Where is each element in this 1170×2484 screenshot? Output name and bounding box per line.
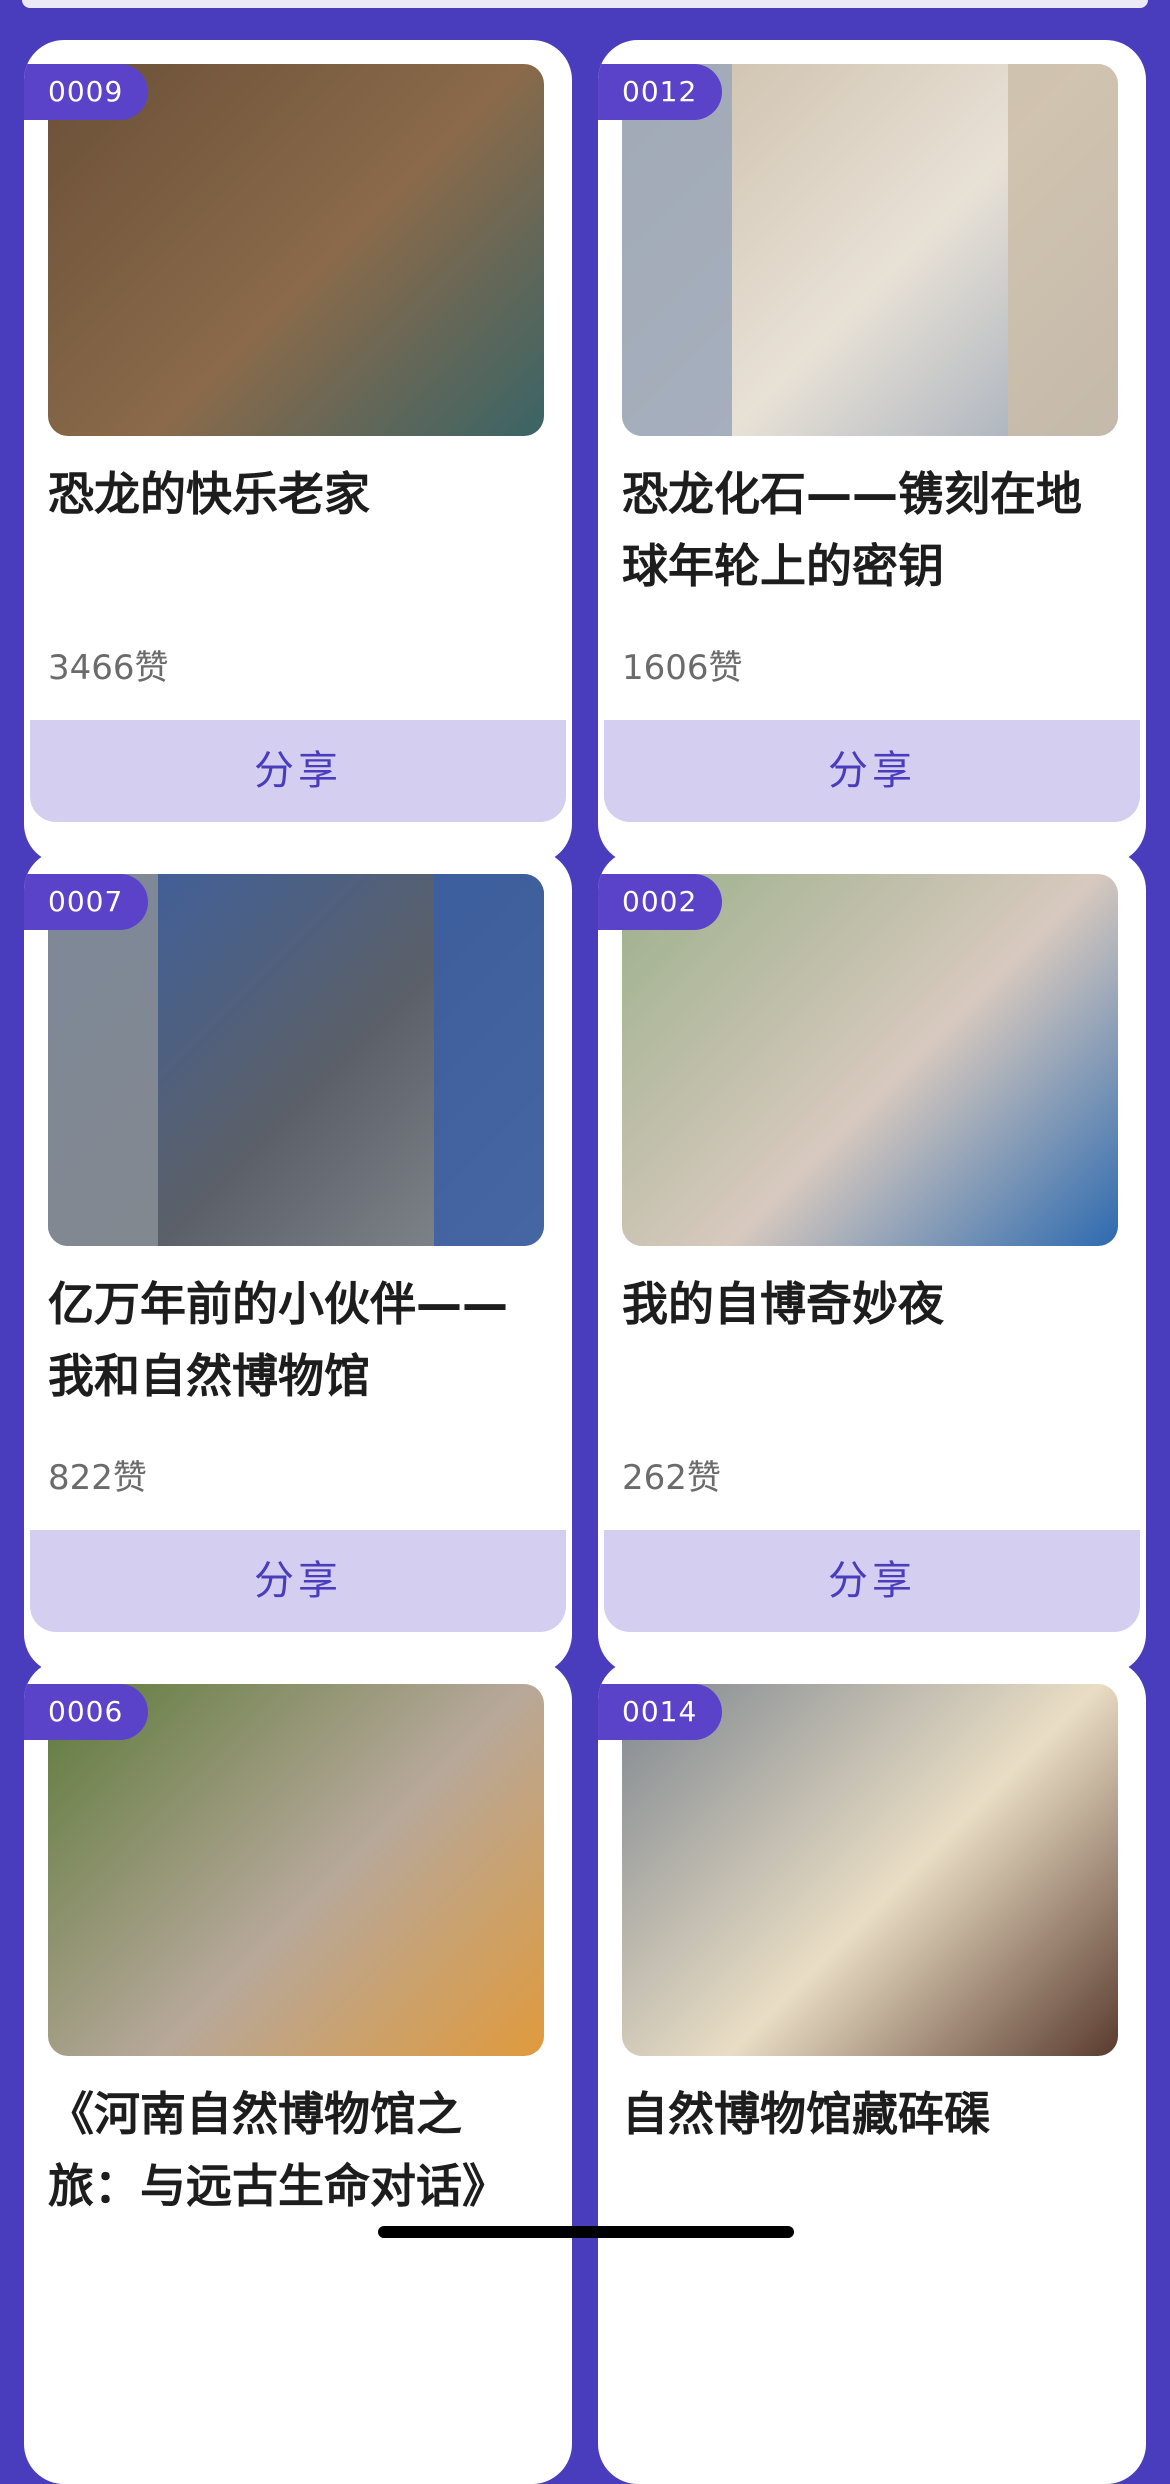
card-number-badge: 0006 bbox=[24, 1684, 148, 1740]
card-title[interactable]: 《河南自然博物馆之旅：与远古生命对话》 bbox=[48, 2078, 548, 2222]
card[interactable]: 0009 恐龙的快乐老家 3466赞 分享 bbox=[24, 40, 572, 864]
share-button[interactable]: 分享 bbox=[604, 720, 1140, 822]
card[interactable]: 0006 《河南自然博物馆之旅：与远古生命对话》 bbox=[24, 1660, 572, 2484]
card-likes: 822赞 bbox=[48, 1458, 147, 1498]
card-likes: 262赞 bbox=[622, 1458, 721, 1498]
card-number-badge: 0009 bbox=[24, 64, 148, 120]
photo-blur-edge bbox=[1008, 64, 1118, 436]
card-number-badge: 0012 bbox=[598, 64, 722, 120]
card[interactable]: 0012 恐龙化石——镌刻在地球年轮上的密钥 1606赞 分享 bbox=[598, 40, 1146, 864]
card-title[interactable]: 自然博物馆藏砗磲 bbox=[622, 2078, 1122, 2150]
card-title[interactable]: 恐龙化石——镌刻在地球年轮上的密钥 bbox=[622, 458, 1122, 602]
home-indicator bbox=[378, 2226, 794, 2238]
card-title[interactable]: 恐龙的快乐老家 bbox=[48, 458, 548, 530]
card-likes: 3466赞 bbox=[48, 648, 169, 688]
photo-blur-edge bbox=[434, 874, 544, 1246]
card-number-badge: 0014 bbox=[598, 1684, 722, 1740]
share-button[interactable]: 分享 bbox=[30, 1530, 566, 1632]
share-button[interactable]: 分享 bbox=[604, 1530, 1140, 1632]
card[interactable]: 0002 我的自博奇妙夜 262赞 分享 bbox=[598, 850, 1146, 1674]
card[interactable]: 0007 亿万年前的小伙伴——我和自然博物馆 822赞 分享 bbox=[24, 850, 572, 1674]
card-grid: 0009 恐龙的快乐老家 3466赞 分享 0012 恐龙化石——镌刻在地球年轮… bbox=[0, 0, 1170, 2484]
card-likes: 1606赞 bbox=[622, 648, 743, 688]
card-title[interactable]: 我的自博奇妙夜 bbox=[622, 1268, 1122, 1340]
card-number-badge: 0007 bbox=[24, 874, 148, 930]
card-number-badge: 0002 bbox=[598, 874, 722, 930]
card[interactable]: 0014 自然博物馆藏砗磲 bbox=[598, 1660, 1146, 2484]
share-button[interactable]: 分享 bbox=[30, 720, 566, 822]
card-title[interactable]: 亿万年前的小伙伴——我和自然博物馆 bbox=[48, 1268, 548, 1412]
